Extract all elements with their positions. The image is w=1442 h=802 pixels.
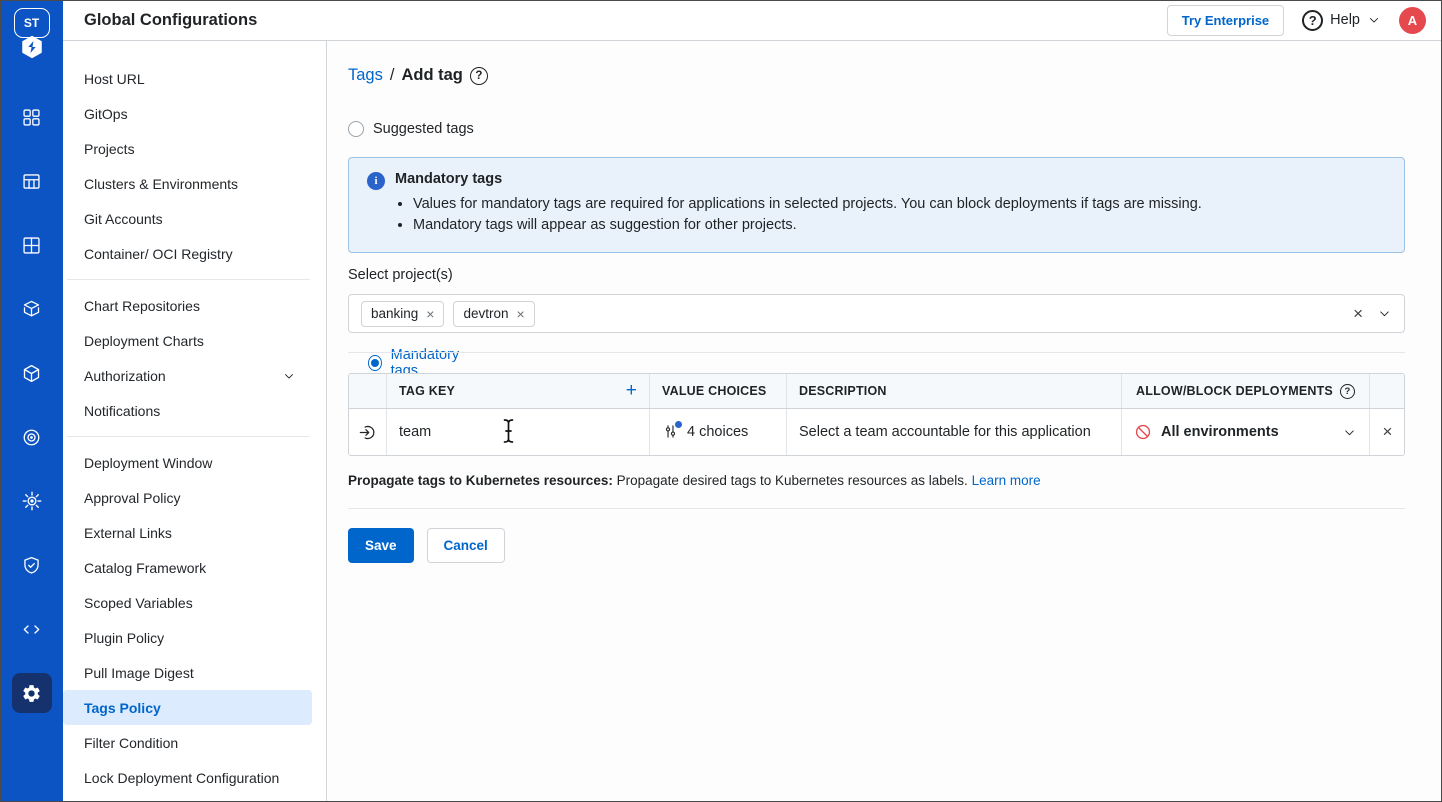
header-allow-block: ALLOW/BLOCK DEPLOYMENTS ? [1121, 374, 1369, 408]
info-box-title: Mandatory tags [395, 171, 502, 187]
apps-grid-icon[interactable] [12, 97, 52, 137]
nav-item-external-links[interactable]: External Links [63, 515, 312, 550]
help-question-icon: ? [1302, 10, 1323, 31]
nav-item-deployment-window[interactable]: Deployment Window [63, 445, 312, 480]
mandatory-tags-info-box: i Mandatory tags Values for mandatory ta… [348, 157, 1405, 253]
jobs-table-icon[interactable] [12, 161, 52, 201]
nav-item-clusters-environments[interactable]: Clusters & Environments [63, 166, 312, 201]
text-cursor-icon [500, 417, 517, 449]
description-cell[interactable]: Select a team accountable for this appli… [786, 409, 1121, 455]
avatar[interactable]: A [1399, 7, 1426, 34]
table-header-row: TAG KEY + VALUE CHOICES DESCRIPTION ALLO… [349, 374, 1404, 409]
main-content: Tags / Add tag ? Suggested tags Mandator… [328, 41, 1441, 802]
allow-block-dropdown[interactable]: All environments [1121, 409, 1369, 455]
nav-item-deployment-charts[interactable]: Deployment Charts [63, 323, 312, 358]
info-bullet: Mandatory tags will appear as suggestion… [413, 217, 1388, 233]
radio-unselected-icon [348, 121, 364, 137]
nav-item-git-accounts[interactable]: Git Accounts [63, 201, 312, 236]
tag-type-radio-group: Suggested tags Mandatory tags [348, 121, 474, 137]
help-menu[interactable]: ? Help [1302, 10, 1381, 31]
try-enterprise-button[interactable]: Try Enterprise [1167, 5, 1284, 36]
nav-item-authorization[interactable]: Authorization [63, 358, 312, 393]
tags-help-icon[interactable]: ? [470, 67, 488, 85]
chevron-down-icon [282, 369, 296, 383]
learn-more-link[interactable]: Learn more [972, 473, 1041, 488]
cube-icon[interactable] [12, 353, 52, 393]
info-icon: i [367, 172, 385, 190]
nav-item-plugin-policy[interactable]: Plugin Policy [63, 620, 312, 655]
tag-row: team 4 choices Select a team accountable… [349, 409, 1404, 455]
nav-divider [67, 279, 310, 280]
cluster-sun-icon[interactable] [12, 481, 52, 521]
nav-item-projects[interactable]: Projects [63, 131, 312, 166]
tags-table: TAG KEY + VALUE CHOICES DESCRIPTION ALLO… [348, 373, 1405, 456]
divider [348, 352, 1405, 353]
notification-dot [675, 421, 682, 428]
brand-logo[interactable]: ST [0, 0, 63, 65]
global-config-gear-icon[interactable] [12, 673, 52, 713]
radio-suggested-tags[interactable]: Suggested tags [348, 121, 474, 137]
delete-row-icon[interactable]: × [1369, 409, 1405, 455]
devtron-hexagon-icon [19, 34, 45, 65]
divider [348, 508, 1405, 509]
icon-sidebar: ST [0, 0, 63, 802]
nav-item-scoped-variables[interactable]: Scoped Variables [63, 585, 312, 620]
tag-key-input[interactable]: team [386, 409, 649, 455]
breadcrumb-separator: / [390, 66, 395, 85]
select-projects-label: Select project(s) [348, 267, 453, 283]
block-no-entry-icon [1134, 423, 1152, 441]
project-chip-devtron[interactable]: devtron × [453, 301, 534, 327]
radio-selected-icon [368, 355, 382, 371]
clear-all-icon[interactable]: × [1353, 304, 1363, 324]
add-tag-row-button[interactable]: + [626, 380, 637, 402]
sliders-icon [662, 423, 680, 441]
nav-item-tags-policy[interactable]: Tags Policy [63, 690, 312, 725]
bullseye-target-icon[interactable] [12, 417, 52, 457]
remove-chip-icon[interactable]: × [426, 306, 434, 322]
nav-item-host-url[interactable]: Host URL [63, 61, 312, 96]
nav-item-catalog-framework[interactable]: Catalog Framework [63, 550, 312, 585]
nav-item-filter-condition[interactable]: Filter Condition [63, 725, 312, 760]
chevron-down-icon [1342, 425, 1357, 440]
project-chip-banking[interactable]: banking × [361, 301, 444, 327]
nav-item-notifications[interactable]: Notifications [63, 393, 312, 428]
cancel-button[interactable]: Cancel [427, 528, 505, 563]
info-bullet: Values for mandatory tags are required f… [413, 196, 1388, 212]
app-group-window-icon[interactable] [12, 225, 52, 265]
header-description: DESCRIPTION [786, 374, 1121, 408]
header-remove-spacer [1369, 374, 1405, 408]
project-multiselect[interactable]: banking × devtron × × [348, 294, 1405, 333]
propagate-note: Propagate tags to Kubernetes resources: … [348, 473, 1041, 488]
help-label: Help [1330, 12, 1360, 28]
breadcrumb: Tags / Add tag ? [348, 66, 488, 85]
propagate-enter-icon[interactable] [349, 409, 386, 455]
nav-item-chart-repositories[interactable]: Chart Repositories [63, 288, 312, 323]
nav-item-lock-deployment-configuration[interactable]: Lock Deployment Configuration [63, 760, 312, 795]
allow-block-help-icon[interactable]: ? [1340, 384, 1355, 399]
chevron-down-icon[interactable] [1377, 306, 1392, 321]
config-nav-panel: Host URL GitOps Projects Clusters & Envi… [63, 41, 327, 802]
chevron-down-icon [1367, 13, 1381, 27]
value-choices-cell[interactable]: 4 choices [649, 409, 786, 455]
package-open-icon[interactable] [12, 289, 52, 329]
save-button[interactable]: Save [348, 528, 414, 563]
nav-item-pull-image-digest[interactable]: Pull Image Digest [63, 655, 312, 690]
nav-item-gitops[interactable]: GitOps [63, 96, 312, 131]
header-icon-spacer [349, 374, 386, 408]
code-icon[interactable] [12, 609, 52, 649]
header-value-choices: VALUE CHOICES [649, 374, 786, 408]
nav-item-approval-policy[interactable]: Approval Policy [63, 480, 312, 515]
page-title: Global Configurations [84, 11, 257, 30]
remove-chip-icon[interactable]: × [517, 306, 525, 322]
breadcrumb-tags-link[interactable]: Tags [348, 66, 383, 85]
top-header: Global Configurations Try Enterprise ? H… [63, 0, 1442, 41]
nav-item-container-oci-registry[interactable]: Container/ OCI Registry [63, 236, 312, 271]
nav-divider [67, 436, 310, 437]
form-actions: Save Cancel [348, 528, 505, 563]
breadcrumb-current-page: Add tag [401, 66, 462, 85]
security-shield-icon[interactable] [12, 545, 52, 585]
radio-suggested-label: Suggested tags [373, 121, 474, 137]
header-tag-key: TAG KEY + [386, 374, 649, 408]
